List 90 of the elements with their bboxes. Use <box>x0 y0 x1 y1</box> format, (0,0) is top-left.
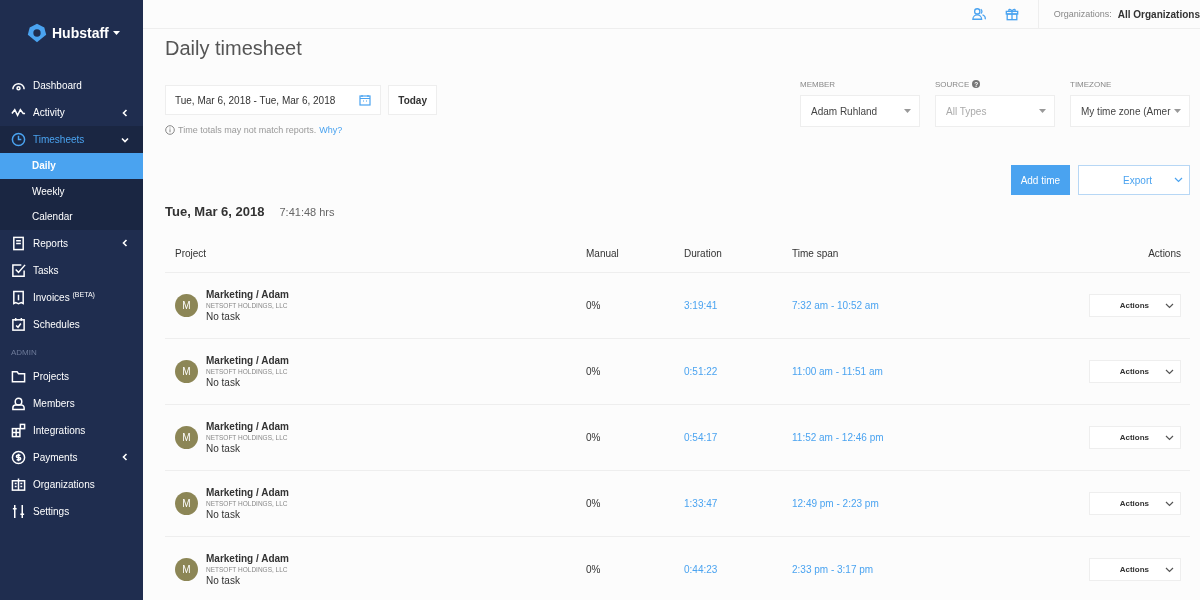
column-header: Manual <box>586 248 620 259</box>
nav-item[interactable]: Activity <box>0 99 143 126</box>
logo-icon <box>26 22 48 44</box>
project-name: Marketing / Adam <box>206 487 289 498</box>
chevron-icon[interactable] <box>121 135 129 144</box>
doc-icon <box>11 235 26 251</box>
chevron-icon <box>1165 500 1174 507</box>
caret-icon[interactable] <box>112 31 120 35</box>
nav-subitem[interactable]: Calendar <box>0 204 143 230</box>
org-selector[interactable]: All Organizations <box>1117 8 1200 20</box>
avatar: M <box>175 492 198 515</box>
manual-cell-text: 0% <box>586 432 602 443</box>
nav-item[interactable]: Organizations <box>0 470 143 498</box>
actions-button[interactable]: Actions <box>1088 360 1181 383</box>
nav-item[interactable]: Tasks <box>0 256 143 284</box>
nav-item[interactable]: Integrations <box>0 416 143 444</box>
filter-label: TIMEZONE <box>1070 79 1112 89</box>
today-button[interactable]: Today <box>388 85 437 115</box>
sliders-icon <box>11 503 26 519</box>
clock-icon <box>11 132 26 147</box>
day-date: Tue, Mar 6, 2018 <box>165 204 265 219</box>
column-header: Project <box>174 248 208 259</box>
nav-subitem[interactable]: Weekly <box>0 178 143 204</box>
chevron-icon <box>1165 566 1174 573</box>
receipt-icon <box>11 289 26 305</box>
page-title: Daily timesheet <box>165 37 303 60</box>
caret-icon <box>1174 109 1181 113</box>
nav-item[interactable]: Payments <box>0 443 143 471</box>
nav-item[interactable]: Invoices $^{(BETA)}$ <box>0 283 143 311</box>
people-icon[interactable] <box>971 7 986 21</box>
person-icon <box>11 395 26 411</box>
task-name: No task <box>206 443 241 454</box>
project-name: Marketing / Adam <box>206 289 289 300</box>
avatar: M <box>175 294 198 317</box>
actions-button[interactable]: Actions <box>1088 294 1181 317</box>
day-total: 7:41:48 hrs <box>279 206 335 218</box>
avatar: M <box>175 360 198 383</box>
chevron-icon <box>1165 434 1174 441</box>
column-header: Time span <box>792 248 840 259</box>
task-name: No task <box>206 509 241 520</box>
building-icon <box>11 476 26 492</box>
actions-button[interactable]: Actions <box>1088 558 1181 581</box>
nav-item[interactable]: Dashboard <box>0 72 143 99</box>
task-name: No task <box>206 575 241 586</box>
avatar: M <box>175 558 198 581</box>
filter-label: SOURCE <box>935 79 970 89</box>
date-range-field[interactable]: Tue, Mar 6, 2018 - Tue, Mar 6, 2018 <box>165 85 382 115</box>
org-label: Organizations: <box>1053 9 1112 19</box>
brand-name[interactable]: Hubstaff <box>52 25 109 41</box>
info-icon <box>165 125 175 135</box>
chevron-icon <box>1174 177 1183 183</box>
cal-icon <box>11 316 26 332</box>
folder-icon <box>11 368 26 384</box>
filter-dropdown[interactable]: Adam Ruhland <box>800 95 920 127</box>
actions-button[interactable]: Actions <box>1088 426 1181 449</box>
manual-cell-text: 0% <box>586 498 602 509</box>
caret-icon <box>1039 109 1046 113</box>
calendar-icon <box>359 94 372 106</box>
task-name: No task <box>206 311 241 322</box>
project-name: Marketing / Adam <box>206 553 289 564</box>
nav-item[interactable]: Projects <box>0 362 143 390</box>
chevron-icon <box>1165 368 1174 375</box>
filter-dropdown[interactable]: My time zone (Amer <box>1070 95 1190 127</box>
avatar: M <box>175 426 198 449</box>
manual-cell-text: 0% <box>586 366 602 377</box>
gift-icon[interactable] <box>1004 7 1019 21</box>
filter-label: MEMBER <box>800 79 836 89</box>
nav-item[interactable]: Members <box>0 389 143 417</box>
nav-item[interactable]: Settings <box>0 497 143 525</box>
chevron-icon[interactable] <box>121 453 129 461</box>
caret-icon <box>904 109 911 113</box>
blocks-icon <box>11 422 26 438</box>
column-header: Actions <box>1147 248 1182 259</box>
column-header: Duration <box>684 248 723 259</box>
check-icon <box>11 262 26 278</box>
project-name: Marketing / Adam <box>206 421 289 432</box>
nav-item[interactable]: Schedules <box>0 310 143 338</box>
chevron-icon <box>1165 302 1174 309</box>
actions-button[interactable]: Actions <box>1088 492 1181 515</box>
dollar-icon <box>11 449 26 465</box>
manual-cell-text: 0% <box>586 300 602 311</box>
note-text: Time totals may not match reports. <box>178 125 317 135</box>
task-name: No task <box>206 377 241 388</box>
chevron-icon[interactable] <box>121 108 129 117</box>
section-label: ADMIN <box>10 346 38 359</box>
manual-cell-text: 0% <box>586 564 602 575</box>
chevron-icon[interactable] <box>121 239 129 247</box>
project-name: Marketing / Adam <box>206 355 289 366</box>
nav-item[interactable]: Timesheets <box>0 126 143 153</box>
nav-item[interactable]: Reports <box>0 229 143 257</box>
